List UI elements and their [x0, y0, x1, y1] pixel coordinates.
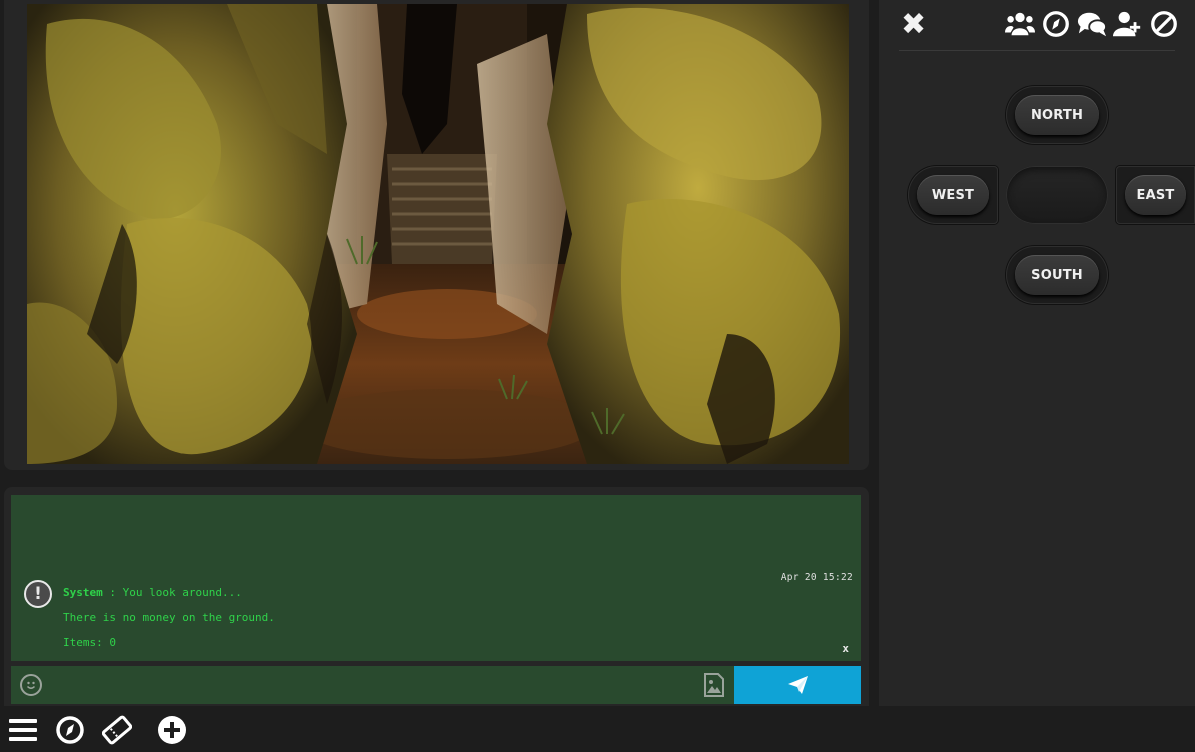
north-label: NORTH [1015, 95, 1099, 135]
south-button[interactable]: SOUTH [1006, 246, 1108, 304]
west-label: WEST [917, 175, 989, 215]
east-button[interactable]: EAST [1116, 166, 1195, 224]
compass-icon[interactable] [1041, 8, 1071, 40]
chat-panel: ! Apr 20 15:22 System : You look around.… [4, 487, 869, 707]
menu-icon[interactable] [8, 715, 38, 745]
message-text: You look around... [122, 586, 242, 599]
chat-bubbles-icon[interactable] [1077, 8, 1107, 40]
message-line-1: System : You look around... [63, 586, 242, 599]
message-separator: : [102, 586, 123, 599]
add-user-icon[interactable] [1113, 8, 1143, 40]
ticket-icon[interactable] [102, 715, 132, 745]
chat-input[interactable] [11, 666, 734, 704]
paper-plane-icon [787, 676, 808, 694]
message-timestamp: Apr 20 15:22 [780, 572, 853, 583]
chat-input-row [11, 666, 861, 704]
add-circle-icon[interactable] [157, 715, 187, 745]
navigation-panel: ✖ NORTH WEST EAST SOUTH [879, 0, 1195, 706]
chat-log: ! Apr 20 15:22 System : You look around.… [11, 495, 861, 661]
message-sender: System [63, 586, 103, 599]
smiley-face-icon [26, 681, 36, 689]
west-button[interactable]: WEST [908, 166, 998, 224]
emoji-icon[interactable] [20, 674, 42, 696]
scene-image [27, 4, 849, 464]
system-alert-icon: ! [24, 580, 52, 608]
close-panel-button[interactable]: ✖ [901, 10, 926, 40]
users-icon[interactable] [1005, 8, 1035, 40]
bottom-toolbar [0, 706, 1195, 752]
scene-panel [4, 0, 869, 470]
send-button[interactable] [734, 666, 861, 704]
message-line-2: There is no money on the ground. [63, 611, 275, 624]
direction-center-pad [1006, 166, 1108, 224]
social-icon-row [1005, 8, 1179, 40]
east-label: EAST [1125, 175, 1186, 215]
image-upload-icon[interactable] [703, 673, 725, 697]
compass-icon[interactable] [55, 715, 85, 745]
block-icon[interactable] [1149, 8, 1179, 40]
south-label: SOUTH [1015, 255, 1099, 295]
north-button[interactable]: NORTH [1006, 86, 1108, 144]
panel-divider [899, 50, 1175, 51]
canyon-scene-art [27, 4, 849, 464]
message-line-3: Items: 0 [63, 636, 116, 649]
dismiss-message-button[interactable]: x [842, 642, 849, 655]
